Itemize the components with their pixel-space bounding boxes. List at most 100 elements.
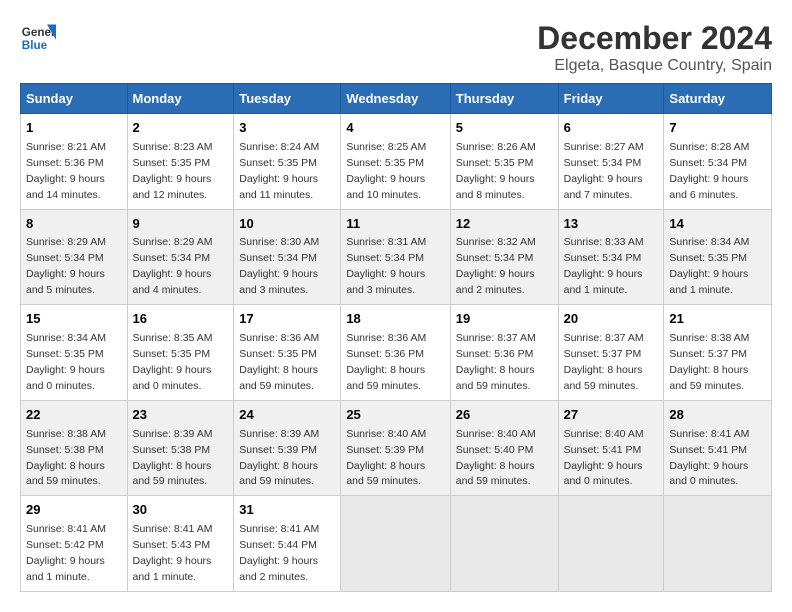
day-number: 3 [239,119,335,138]
header-tuesday: Tuesday [234,84,341,114]
header-wednesday: Wednesday [341,84,450,114]
calendar-cell: 19 Sunrise: 8:37 AM Sunset: 5:36 PM Dayli… [450,305,558,401]
day-number: 14 [669,215,766,234]
calendar-cell: 17 Sunrise: 8:36 AM Sunset: 5:35 PM Dayli… [234,305,341,401]
day-info: Sunrise: 8:41 AM Sunset: 5:42 PM Dayligh… [26,523,106,583]
day-number: 29 [26,501,122,520]
day-number: 25 [346,406,444,425]
day-info: Sunrise: 8:27 AM Sunset: 5:34 PM Dayligh… [564,141,644,201]
calendar-cell [341,496,450,592]
day-number: 2 [133,119,229,138]
calendar-week-row: 22 Sunrise: 8:38 AM Sunset: 5:38 PM Dayli… [21,400,772,496]
day-number: 11 [346,215,444,234]
day-number: 5 [456,119,553,138]
day-number: 13 [564,215,659,234]
header-thursday: Thursday [450,84,558,114]
header-friday: Friday [558,84,664,114]
calendar-cell: 30Sunrise: 8:41 AM Sunset: 5:43 PM Dayli… [127,496,234,592]
day-number: 6 [564,119,659,138]
day-info: Sunrise: 8:41 AM Sunset: 5:41 PM Dayligh… [669,428,749,488]
calendar-week-row: 8 Sunrise: 8:29 AM Sunset: 5:34 PM Daylig… [21,209,772,305]
day-number: 18 [346,310,444,329]
calendar-cell: 9Sunrise: 8:29 AM Sunset: 5:34 PM Daylig… [127,209,234,305]
day-info: Sunrise: 8:23 AM Sunset: 5:35 PM Dayligh… [133,141,213,201]
calendar-cell: 28 Sunrise: 8:41 AM Sunset: 5:41 PM Dayli… [664,400,772,496]
calendar-cell: 14 Sunrise: 8:34 AM Sunset: 5:35 PM Dayli… [664,209,772,305]
day-number: 15 [26,310,122,329]
header-monday: Monday [127,84,234,114]
day-info: Sunrise: 8:41 AM Sunset: 5:43 PM Dayligh… [133,523,213,583]
calendar-week-row: 15 Sunrise: 8:34 AM Sunset: 5:35 PM Dayli… [21,305,772,401]
svg-text:Blue: Blue [22,39,48,52]
calendar-cell: 13 Sunrise: 8:33 AM Sunset: 5:34 PM Dayli… [558,209,664,305]
calendar-cell [558,496,664,592]
day-info: Sunrise: 8:32 AM Sunset: 5:34 PM Dayligh… [456,236,536,296]
calendar-cell: 25 Sunrise: 8:40 AM Sunset: 5:39 PM Dayli… [341,400,450,496]
day-info: Sunrise: 8:34 AM Sunset: 5:35 PM Dayligh… [26,332,106,392]
calendar-week-row: 29 Sunrise: 8:41 AM Sunset: 5:42 PM Dayli… [21,496,772,592]
calendar-cell: 12 Sunrise: 8:32 AM Sunset: 5:34 PM Dayli… [450,209,558,305]
day-info: Sunrise: 8:39 AM Sunset: 5:38 PM Dayligh… [133,428,213,488]
day-number: 10 [239,215,335,234]
calendar-table: SundayMondayTuesdayWednesdayThursdayFrid… [20,83,772,592]
calendar-cell [664,496,772,592]
calendar-cell: 2 Sunrise: 8:23 AM Sunset: 5:35 PM Daylig… [127,114,234,210]
day-number: 19 [456,310,553,329]
day-info: Sunrise: 8:38 AM Sunset: 5:37 PM Dayligh… [669,332,749,392]
day-info: Sunrise: 8:21 AM Sunset: 5:36 PM Dayligh… [26,141,106,201]
calendar-cell: 3 Sunrise: 8:24 AM Sunset: 5:35 PM Daylig… [234,114,341,210]
calendar-cell: 1 Sunrise: 8:21 AM Sunset: 5:36 PM Daylig… [21,114,128,210]
day-info: Sunrise: 8:29 AM Sunset: 5:34 PM Dayligh… [26,236,106,296]
header-saturday: Saturday [664,84,772,114]
day-number: 12 [456,215,553,234]
header-sunday: Sunday [21,84,128,114]
calendar-cell: 18Sunrise: 8:36 AM Sunset: 5:36 PM Dayli… [341,305,450,401]
day-info: Sunrise: 8:37 AM Sunset: 5:36 PM Dayligh… [456,332,536,392]
day-info: Sunrise: 8:40 AM Sunset: 5:40 PM Dayligh… [456,428,536,488]
day-number: 31 [239,501,335,520]
day-info: Sunrise: 8:37 AM Sunset: 5:37 PM Dayligh… [564,332,644,392]
page-subtitle: Elgeta, Basque Country, Spain [537,57,772,75]
day-info: Sunrise: 8:26 AM Sunset: 5:35 PM Dayligh… [456,141,536,201]
day-info: Sunrise: 8:41 AM Sunset: 5:44 PM Dayligh… [239,523,319,583]
day-info: Sunrise: 8:33 AM Sunset: 5:34 PM Dayligh… [564,236,644,296]
day-number: 23 [133,406,229,425]
day-number: 27 [564,406,659,425]
calendar-cell: 11 Sunrise: 8:31 AM Sunset: 5:34 PM Dayli… [341,209,450,305]
day-info: Sunrise: 8:39 AM Sunset: 5:39 PM Dayligh… [239,428,319,488]
day-info: Sunrise: 8:31 AM Sunset: 5:34 PM Dayligh… [346,236,426,296]
day-info: Sunrise: 8:28 AM Sunset: 5:34 PM Dayligh… [669,141,749,201]
day-number: 22 [26,406,122,425]
calendar-cell: 23 Sunrise: 8:39 AM Sunset: 5:38 PM Dayli… [127,400,234,496]
calendar-cell: 24 Sunrise: 8:39 AM Sunset: 5:39 PM Dayli… [234,400,341,496]
calendar-cell: 16Sunrise: 8:35 AM Sunset: 5:35 PM Dayli… [127,305,234,401]
calendar-cell: 29 Sunrise: 8:41 AM Sunset: 5:42 PM Dayli… [21,496,128,592]
day-number: 7 [669,119,766,138]
day-number: 24 [239,406,335,425]
day-number: 21 [669,310,766,329]
calendar-cell: 22 Sunrise: 8:38 AM Sunset: 5:38 PM Dayli… [21,400,128,496]
day-number: 28 [669,406,766,425]
calendar-cell: 6 Sunrise: 8:27 AM Sunset: 5:34 PM Daylig… [558,114,664,210]
day-number: 4 [346,119,444,138]
day-number: 9 [133,215,229,234]
day-info: Sunrise: 8:30 AM Sunset: 5:34 PM Dayligh… [239,236,319,296]
day-info: Sunrise: 8:24 AM Sunset: 5:35 PM Dayligh… [239,141,319,201]
calendar-header-row: SundayMondayTuesdayWednesdayThursdayFrid… [21,84,772,114]
calendar-cell: 26 Sunrise: 8:40 AM Sunset: 5:40 PM Dayli… [450,400,558,496]
day-number: 26 [456,406,553,425]
day-number: 17 [239,310,335,329]
day-number: 1 [26,119,122,138]
day-info: Sunrise: 8:36 AM Sunset: 5:35 PM Dayligh… [239,332,319,392]
calendar-cell: 31 Sunrise: 8:41 AM Sunset: 5:44 PM Dayli… [234,496,341,592]
calendar-cell: 20Sunrise: 8:37 AM Sunset: 5:37 PM Dayli… [558,305,664,401]
calendar-cell: 7 Sunrise: 8:28 AM Sunset: 5:34 PM Daylig… [664,114,772,210]
logo: General Blue [20,20,56,56]
day-number: 16 [133,310,229,329]
calendar-cell: 27Sunrise: 8:40 AM Sunset: 5:41 PM Dayli… [558,400,664,496]
day-info: Sunrise: 8:40 AM Sunset: 5:39 PM Dayligh… [346,428,426,488]
calendar-cell: 8 Sunrise: 8:29 AM Sunset: 5:34 PM Daylig… [21,209,128,305]
day-number: 8 [26,215,122,234]
day-info: Sunrise: 8:34 AM Sunset: 5:35 PM Dayligh… [669,236,749,296]
day-info: Sunrise: 8:38 AM Sunset: 5:38 PM Dayligh… [26,428,106,488]
